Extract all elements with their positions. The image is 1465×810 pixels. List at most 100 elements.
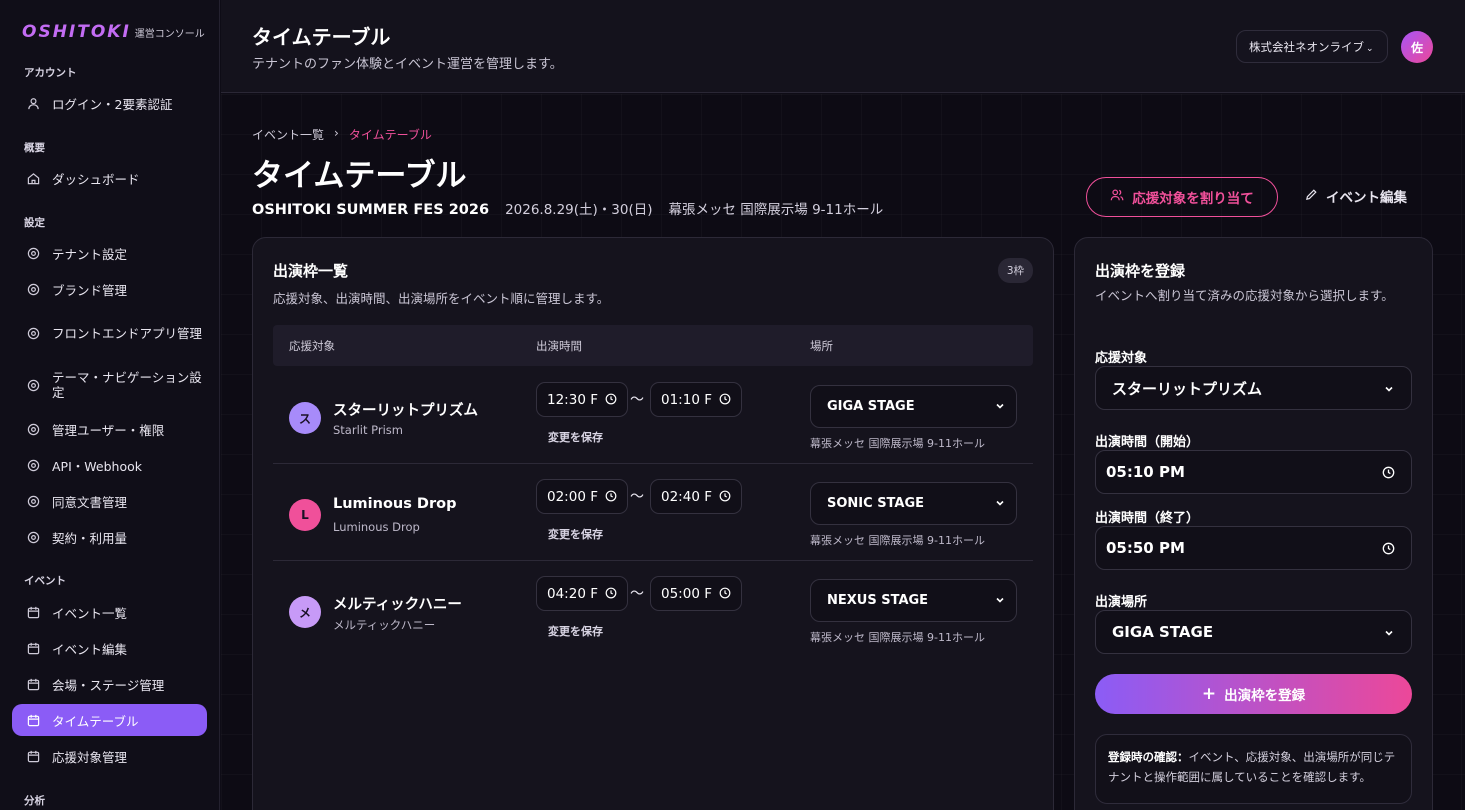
end-time-value: 01:10 F [661,391,712,408]
stage-select[interactable]: NEXUS STAGE [810,579,1017,622]
clock-icon [719,490,731,506]
sidebar-item-label: 応援対象管理 [52,749,128,765]
register-slot-button[interactable]: + 出演枠を登録 [1095,674,1412,714]
target-avatar: メ [289,596,321,628]
end-time-input[interactable]: 05:00 F [650,576,742,611]
sidebar-item-label: API・Webhook [52,458,142,474]
sidebar-item-label: ブランド管理 [52,282,128,298]
brand-logo: OSHITOKI [22,22,131,42]
table-row: L Luminous Drop Luminous Drop 02:00 F 〜 … [273,464,1033,561]
sidebar-item-label: イベント一覧 [52,605,128,621]
stage-field-select[interactable]: GIGA STAGE [1095,610,1412,654]
sidebar-item-label: テナント設定 [52,246,128,262]
brand[interactable]: OSHITOKI 運営コンソール [22,22,205,42]
column-header-stage: 場所 [810,339,833,353]
header-title: タイムテーブル [252,25,391,49]
target-name: メルティックハニー [333,597,462,613]
sidebar-item-frontend-app[interactable]: フロントエンドアプリ管理 [12,313,207,353]
edit-event-button[interactable]: イベント編集 [1305,186,1407,206]
sidebar-item-venue-stage[interactable]: 会場・ステージ管理 [12,668,207,700]
sidebar-item-consent-docs[interactable]: 同意文書管理 [12,485,207,517]
sidebar-item-timetable[interactable]: タイムテーブル [12,704,207,736]
save-changes-button[interactable]: 変更を保存 [548,623,603,639]
brand-subtitle: 運営コンソール [134,29,205,40]
clock-icon [605,490,617,506]
start-time-field[interactable]: 05:10 PM [1095,450,1412,494]
sidebar-item-support-targets[interactable]: 応援対象管理 [12,740,207,772]
settings-icon [26,422,40,436]
sidebar-item-label: ログイン・2要素認証 [52,96,173,112]
start-time-value: 02:00 F [547,488,598,505]
note-heading: 登録時の確認： [1108,750,1189,764]
save-changes-button[interactable]: 変更を保存 [548,429,603,445]
stage-value: GIGA STAGE [827,399,915,414]
stage-value: SONIC STAGE [827,496,925,511]
chevron-down-icon [1383,381,1395,399]
target-avatar: ス [289,402,321,434]
save-changes-button[interactable]: 変更を保存 [548,526,603,542]
target-avatar: L [289,499,321,531]
sidebar-item-label: 会場・ステージ管理 [52,677,165,693]
sidebar-item-theme-navigation[interactable]: テーマ・ナビゲーション設定 [12,365,207,405]
start-time-input[interactable]: 02:00 F [536,479,628,514]
sidebar-item-dashboard[interactable]: ダッシュボード [12,162,207,194]
register-slot-label: 出演枠を登録 [1224,688,1306,704]
user-icon [26,96,40,110]
sidebar: OSHITOKI 運営コンソール アカウント ログイン・2要素認証 概要 ダッシ… [0,0,220,810]
settings-icon [26,246,40,260]
calendar-icon [26,677,40,691]
tenant-select[interactable]: 株式会社ネオンライブ ⌄ [1236,30,1388,63]
stage-venue: 幕張メッセ 国際展示場 9-11ホール [810,437,985,450]
chevron-down-icon [994,594,1006,610]
sidebar-item-admin-users[interactable]: 管理ユーザー・権限 [12,413,207,445]
sidebar-item-contract-usage[interactable]: 契約・利用量 [12,521,207,553]
sidebar-item-tenant-settings[interactable]: テナント設定 [12,237,207,269]
sidebar-item-label: フロントエンドアプリ管理 [52,325,203,341]
avatar[interactable]: 佐 [1401,31,1433,63]
slots-description: 応援対象、出演時間、出演場所をイベント順に管理します。 [273,291,610,306]
sidebar-item-api-webhook[interactable]: API・Webhook [12,449,207,481]
calendar-icon [26,749,40,763]
stage-select[interactable]: SONIC STAGE [810,482,1017,525]
sidebar-item-event-edit[interactable]: イベント編集 [12,632,207,664]
calendar-icon [26,605,40,619]
calendar-icon [26,641,40,655]
start-time-field-value: 05:10 PM [1106,463,1185,481]
settings-icon [26,494,40,508]
sidebar-item-login[interactable]: ログイン・2要素認証 [12,87,207,119]
pencil-icon [1305,188,1318,205]
column-header-target: 応援対象 [289,339,335,353]
header: タイムテーブル テナントのファン体験とイベント運営を管理します。 株式会社ネオン… [221,0,1465,93]
nav-section-events: イベント [24,575,66,587]
end-time-value: 02:40 F [661,488,712,505]
start-time-input[interactable]: 04:20 F [536,576,628,611]
event-name: OSHITOKI SUMMER FES 2026 [252,202,490,218]
chevron-right-icon: › [334,126,339,140]
assign-targets-label: 応援対象を割り当て [1132,191,1254,207]
table-header: 応援対象 出演時間 場所 [273,325,1033,366]
time-separator: 〜 [630,489,644,505]
clock-icon [1382,465,1395,483]
end-time-input[interactable]: 01:10 F [650,382,742,417]
chevron-down-icon [994,497,1006,513]
sidebar-item-event-list[interactable]: イベント一覧 [12,596,207,628]
end-time-input[interactable]: 02:40 F [650,479,742,514]
start-time-input[interactable]: 12:30 F [536,382,628,417]
nav-section-settings: 設定 [24,217,45,229]
edit-event-label: イベント編集 [1326,190,1407,206]
target-select-value: スターリットプリズム [1112,379,1263,398]
target-name: スターリットプリズム [333,403,478,419]
chevron-down-icon [1383,625,1395,643]
assign-targets-button[interactable]: 応援対象を割り当て [1086,177,1278,217]
breadcrumb-parent[interactable]: イベント一覧 [252,126,324,143]
sidebar-item-brand[interactable]: ブランド管理 [12,273,207,305]
calendar-icon [26,713,40,727]
event-venue: 幕張メッセ 国際展示場 9-11ホール [668,202,884,218]
target-select[interactable]: スターリットプリズム [1095,366,1412,410]
end-time-value: 05:00 F [661,585,712,602]
nav-section-account: アカウント [24,67,77,79]
end-time-field[interactable]: 05:50 PM [1095,526,1412,570]
stage-select[interactable]: GIGA STAGE [810,385,1017,428]
nav-section-analytics: 分析 [24,795,45,807]
slot-count-badge: 3枠 [997,258,1033,283]
